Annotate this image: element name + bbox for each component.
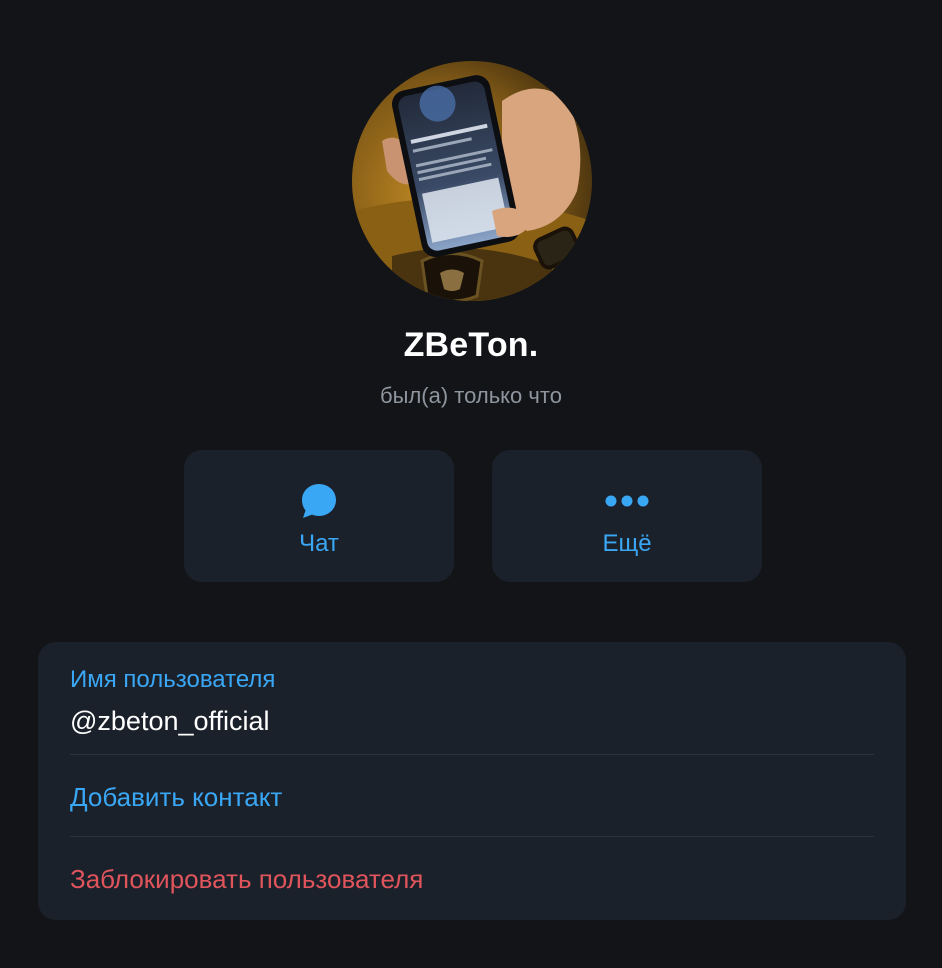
more-button-label: Ещё — [602, 530, 652, 557]
profile-photo-image — [352, 61, 592, 301]
profile-page: ZBeTon. был(а) только что Чат Ещё Имя по… — [0, 0, 942, 968]
profile-name: ZBeTon. — [403, 326, 539, 364]
username-value[interactable]: @zbeton_official — [70, 706, 270, 737]
divider — [70, 836, 874, 837]
chat-button[interactable]: Чат — [184, 450, 454, 582]
last-seen-status: был(а) только что — [380, 383, 562, 408]
block-user-button[interactable]: Заблокировать пользователя — [70, 864, 423, 895]
more-dots-icon — [492, 480, 762, 522]
avatar[interactable] — [352, 61, 592, 301]
chat-button-label: Чат — [299, 530, 339, 557]
username-caption: Имя пользователя — [70, 666, 276, 693]
more-button[interactable]: Ещё — [492, 450, 762, 582]
info-card: Имя пользователя @zbeton_official Добави… — [38, 642, 906, 920]
chat-bubble-icon — [184, 480, 454, 522]
divider — [70, 754, 874, 755]
add-contact-button[interactable]: Добавить контакт — [70, 782, 282, 813]
